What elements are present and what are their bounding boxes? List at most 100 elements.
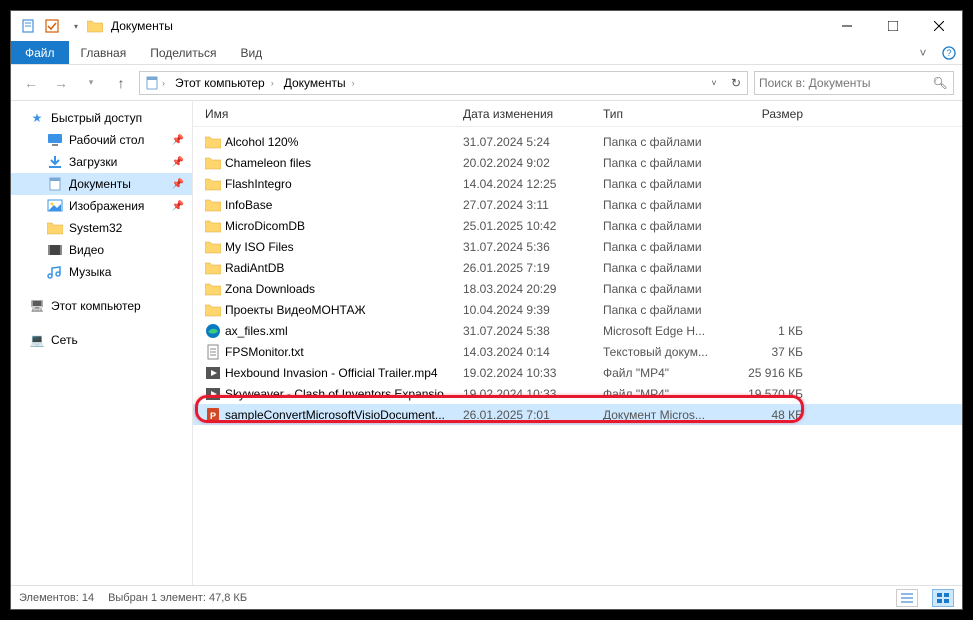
sidebar-item-label: System32 [69, 221, 122, 235]
sidebar-item-label: Рабочий стол [69, 133, 144, 147]
window-title: Документы [111, 19, 173, 33]
sidebar-item[interactable]: Рабочий стол 📌 [11, 129, 192, 151]
file-date: 10.04.2024 9:39 [463, 303, 603, 317]
file-row[interactable]: ax_files.xml31.07.2024 5:38Microsoft Edg… [193, 320, 962, 341]
sidebar-item-label: Изображения [69, 199, 144, 213]
file-row[interactable]: Skyweaver - Clash of Inventors Expansio1… [193, 383, 962, 404]
file-row[interactable]: InfoBase27.07.2024 3:11Папка с файлами [193, 194, 962, 215]
file-list-pane: Имя Дата изменения Тип Размер Alcohol 12… [193, 101, 962, 585]
network-icon: 💻 [29, 332, 45, 348]
pin-icon: 📌 [172, 135, 184, 146]
file-type: Документ Micros... [603, 408, 733, 422]
this-pc-item[interactable]: 🖥︎ Этот компьютер [11, 295, 192, 317]
quick-access-header[interactable]: ★ Быстрый доступ [11, 107, 192, 129]
minimize-button[interactable] [824, 11, 870, 41]
sidebar-item[interactable]: Видео [11, 239, 192, 261]
file-row[interactable]: MicroDicomDB25.01.2025 10:42Папка с файл… [193, 215, 962, 236]
file-name: FlashIntegro [225, 177, 463, 191]
pin-icon: 📌 [172, 157, 184, 168]
sidebar-item[interactable]: Документы📌 [11, 173, 192, 195]
sidebar-item[interactable]: System32 [11, 217, 192, 239]
sidebar-item[interactable]: Музыка [11, 261, 192, 283]
file-row[interactable]: Chameleon files20.02.2024 9:02Папка с фа… [193, 152, 962, 173]
ppt-icon: P [205, 407, 225, 423]
recent-dropdown-icon[interactable]: ▾ [79, 71, 103, 95]
large-icons-view-button[interactable] [932, 589, 954, 607]
tab-view[interactable]: Вид [228, 41, 274, 64]
file-row[interactable]: PsampleConvertMicrosoftVisioDocument...2… [193, 404, 962, 425]
details-view-button[interactable] [896, 589, 918, 607]
pin-icon: 📌 [172, 201, 184, 212]
file-tab[interactable]: Файл [11, 41, 69, 64]
pin-icon: 📌 [172, 179, 184, 190]
star-icon: ★ [29, 110, 45, 126]
sidebar-item[interactable]: Изображения 📌 [11, 195, 192, 217]
checkbox-icon[interactable] [41, 15, 63, 37]
mp4-icon [205, 386, 225, 402]
ribbon-expand-icon[interactable]: ˅ [910, 41, 936, 64]
title-bar[interactable]: ▾ Документы [11, 11, 962, 41]
breadcrumb-label: Документы [284, 76, 346, 90]
file-type: Папка с файлами [603, 282, 733, 296]
maximize-button[interactable] [870, 11, 916, 41]
chevron-right-icon[interactable]: › [269, 78, 276, 88]
network-item[interactable]: 💻 Сеть [11, 329, 192, 351]
breadcrumb-label: Этот компьютер [175, 76, 265, 90]
file-row[interactable]: FPSMonitor.txt14.03.2024 0:14Текстовый д… [193, 341, 962, 362]
file-date: 27.07.2024 3:11 [463, 198, 603, 212]
column-type[interactable]: Тип [603, 107, 733, 121]
folder-icon [205, 282, 225, 296]
search-input[interactable] [759, 76, 931, 90]
file-name: Проекты ВидеоМОНТАЖ [225, 303, 463, 317]
qat-dropdown-icon[interactable]: ▾ [65, 15, 87, 37]
file-row[interactable]: RadiAntDB26.01.2025 7:19Папка с файлами [193, 257, 962, 278]
status-bar: Элементов: 14 Выбран 1 элемент: 47,8 КБ [11, 585, 962, 609]
column-name[interactable]: Имя [205, 107, 463, 121]
folder-icon [205, 135, 225, 149]
properties-icon[interactable] [17, 15, 39, 37]
address-dropdown-icon[interactable]: ˅ [703, 72, 725, 94]
file-row[interactable]: Hexbound Invasion - Official Trailer.mp4… [193, 362, 962, 383]
file-row[interactable]: My ISO Files31.07.2024 5:36Папка с файла… [193, 236, 962, 257]
refresh-icon[interactable]: ↻ [725, 72, 747, 94]
column-date[interactable]: Дата изменения [463, 107, 603, 121]
mp4-icon [205, 365, 225, 381]
address-bar[interactable]: › Этот компьютер › Документы › ˅ ↻ [139, 71, 748, 95]
tab-share[interactable]: Поделиться [138, 41, 228, 64]
file-size: 1 КБ [733, 324, 803, 338]
file-date: 18.03.2024 20:29 [463, 282, 603, 296]
folder-icon [205, 240, 225, 254]
close-button[interactable] [916, 11, 962, 41]
file-date: 31.07.2024 5:24 [463, 135, 603, 149]
breadcrumb-segment[interactable]: Этот компьютер [167, 72, 269, 94]
chevron-right-icon[interactable]: › [160, 78, 167, 88]
chevron-right-icon[interactable]: › [350, 78, 357, 88]
breadcrumb-segment[interactable]: Документы [276, 72, 350, 94]
file-type: Текстовый докум... [603, 345, 733, 359]
tab-home[interactable]: Главная [69, 41, 139, 64]
search-box[interactable]: 🔍︎ [754, 71, 954, 95]
navigation-pane[interactable]: ★ Быстрый доступ Рабочий стол📌Загрузки📌Д… [11, 101, 193, 585]
file-row[interactable]: Alcohol 120%31.07.2024 5:24Папка с файла… [193, 131, 962, 152]
file-type: Папка с файлами [603, 303, 733, 317]
search-icon[interactable]: 🔍︎ [931, 76, 949, 90]
forward-button[interactable]: → [49, 71, 73, 95]
sidebar-label: Быстрый доступ [51, 111, 142, 125]
file-size: 37 КБ [733, 345, 803, 359]
documents-icon [144, 75, 160, 91]
file-name: Skyweaver - Clash of Inventors Expansio [225, 387, 463, 401]
file-row[interactable]: Zona Downloads18.03.2024 20:29Папка с фа… [193, 278, 962, 299]
folder-icon [205, 198, 225, 212]
column-size[interactable]: Размер [733, 107, 803, 121]
back-button[interactable]: ← [19, 71, 43, 95]
folder-icon [205, 156, 225, 170]
up-button[interactable]: ↑ [109, 71, 133, 95]
file-list[interactable]: Alcohol 120%31.07.2024 5:24Папка с файла… [193, 127, 962, 585]
file-row[interactable]: Проекты ВидеоМОНТАЖ10.04.2024 9:39Папка … [193, 299, 962, 320]
sidebar-item[interactable]: Загрузки 📌 [11, 151, 192, 173]
sidebar-item-label: Загрузки [69, 155, 117, 169]
help-icon[interactable]: ? [936, 41, 962, 64]
sidebar-label: Сеть [51, 333, 78, 347]
file-row[interactable]: FlashIntegro14.04.2024 12:25Папка с файл… [193, 173, 962, 194]
item-count: Элементов: 14 [19, 592, 94, 604]
